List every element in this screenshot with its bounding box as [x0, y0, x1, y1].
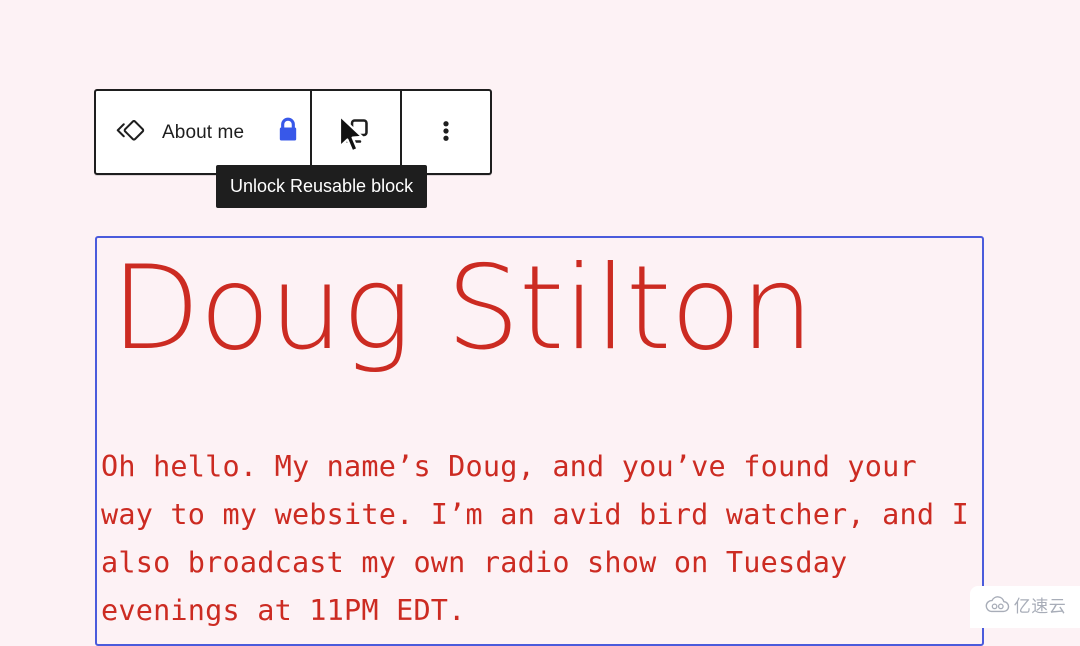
lock-icon — [274, 116, 302, 149]
copy-group — [312, 91, 400, 173]
editor-canvas: About me Unlock Reusable block Doug Stil… — [0, 0, 1080, 646]
copy-icon — [339, 114, 373, 151]
block-switcher-group: About me — [96, 91, 310, 173]
options-group — [402, 91, 490, 173]
tooltip-unlock-reusable-block: Unlock Reusable block — [216, 165, 428, 208]
watermark-text: 亿速云 — [1013, 596, 1067, 617]
watermark: 亿速云 — [970, 586, 1080, 628]
page-body-paragraph[interactable]: Oh hello. My name’s Doug, and you’ve fou… — [101, 443, 982, 635]
page-title[interactable]: Doug Stilton — [111, 246, 814, 372]
cloud-logo-icon — [984, 595, 1010, 619]
copy-block-button[interactable] — [312, 91, 400, 173]
lock-status-button[interactable] — [266, 91, 310, 173]
reusable-block-icon — [114, 115, 148, 149]
block-toolbar: About me — [94, 89, 493, 175]
block-type-label: About me — [162, 121, 245, 143]
block-type-switcher-button[interactable]: About me — [96, 91, 266, 173]
block-options-button[interactable] — [402, 91, 490, 173]
tooltip-label: Unlock Reusable block — [230, 176, 414, 196]
selected-reusable-block[interactable]: Doug Stilton Oh hello. My name’s Doug, a… — [95, 236, 984, 646]
ellipsis-vertical-icon — [433, 116, 459, 149]
